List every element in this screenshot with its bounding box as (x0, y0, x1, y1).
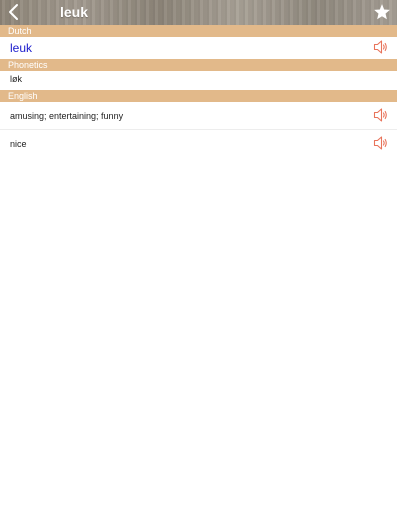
translation-item: amusing; entertaining; funny (10, 111, 124, 121)
speaker-icon (373, 108, 387, 122)
navigation-bar: leuk (0, 0, 397, 25)
speak-translation-button[interactable] (373, 135, 389, 151)
speaker-icon (373, 136, 387, 150)
section-header-english: English (0, 90, 397, 102)
speak-source-button[interactable] (373, 39, 389, 55)
section-header-phonetics: Phonetics (0, 59, 397, 71)
star-icon (374, 4, 390, 20)
speak-translation-button[interactable] (373, 107, 389, 123)
translation-item: nice (10, 139, 27, 149)
favorite-button[interactable] (373, 3, 391, 21)
source-word: leuk (10, 41, 33, 55)
chevron-left-icon (9, 4, 18, 20)
row-divider (0, 129, 397, 130)
phonetic-value: løk (10, 74, 22, 84)
section-header-dutch: Dutch (0, 25, 397, 37)
page-title: leuk (60, 4, 89, 20)
speaker-icon (373, 40, 387, 54)
back-button[interactable] (4, 2, 24, 22)
